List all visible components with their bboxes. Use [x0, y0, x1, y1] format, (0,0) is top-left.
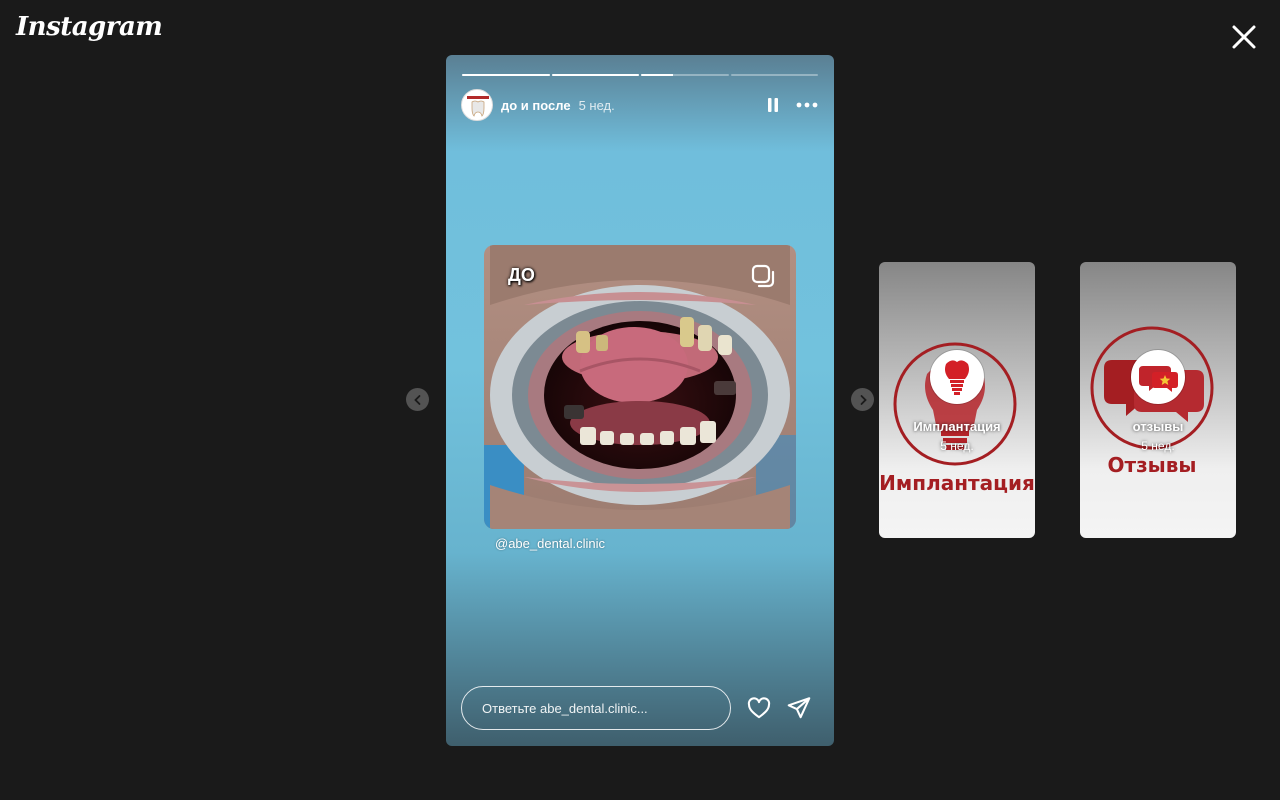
- chevron-right-icon: [860, 394, 867, 405]
- pause-icon: [768, 98, 778, 112]
- close-button[interactable]: [1226, 19, 1262, 55]
- story-photo: ДО: [484, 245, 796, 529]
- heart-icon: [747, 697, 771, 719]
- tooth-implant-icon: [945, 360, 969, 395]
- more-icon: [796, 102, 818, 108]
- share-button[interactable]: [786, 695, 812, 721]
- progress-fill: [551, 74, 639, 76]
- highlight-time: 5 нед.: [940, 439, 974, 453]
- story-header: до и после 5 нед.: [461, 89, 819, 121]
- close-icon: [1232, 25, 1256, 49]
- multi-photo-icon: [750, 263, 776, 294]
- highlight-reviews[interactable]: отзывы 5 нед. Отзывы: [1080, 262, 1236, 538]
- progress-fill: [641, 74, 674, 76]
- highlight-cover-title: Отзывы: [1107, 453, 1197, 477]
- like-button[interactable]: [746, 695, 772, 721]
- highlight-cover-title: Имплантация: [879, 471, 1035, 495]
- story-progress-bar: [462, 74, 818, 76]
- highlight-avatar: [1131, 350, 1185, 404]
- highlight-avatar: [930, 350, 984, 404]
- progress-segment: [462, 74, 550, 76]
- progress-segment: [641, 74, 729, 76]
- pause-button[interactable]: [765, 96, 781, 114]
- chevron-left-icon: [413, 394, 420, 405]
- story-time: 5 нед.: [578, 97, 615, 113]
- clinic-avatar-icon: [467, 96, 489, 117]
- mention-handle[interactable]: @abe_dental.clinic: [495, 536, 605, 551]
- progress-segment: [730, 74, 818, 76]
- story-avatar[interactable]: [461, 89, 493, 121]
- instagram-logo[interactable]: Instagram: [16, 12, 163, 42]
- highlight-name: отзывы: [1132, 419, 1184, 434]
- story-viewer[interactable]: до и после 5 нед. ДО @abe_dental.clinic …: [446, 55, 834, 746]
- highlight-implant[interactable]: Имплантация 5 нед. Имплантация: [879, 262, 1035, 538]
- photo-label: ДО: [508, 265, 535, 285]
- highlight-name: Имплантация: [913, 419, 1001, 434]
- more-options-button[interactable]: [795, 100, 819, 110]
- previous-story-button[interactable]: [406, 388, 429, 411]
- story-username[interactable]: до и после: [501, 98, 571, 113]
- reply-input[interactable]: [461, 686, 731, 730]
- chat-bubble-icon: [1139, 366, 1178, 392]
- highlight-time: 5 нед.: [1141, 439, 1175, 453]
- progress-segment: [551, 74, 639, 76]
- next-story-button[interactable]: [851, 388, 874, 411]
- send-icon: [787, 697, 811, 719]
- progress-fill: [462, 74, 550, 76]
